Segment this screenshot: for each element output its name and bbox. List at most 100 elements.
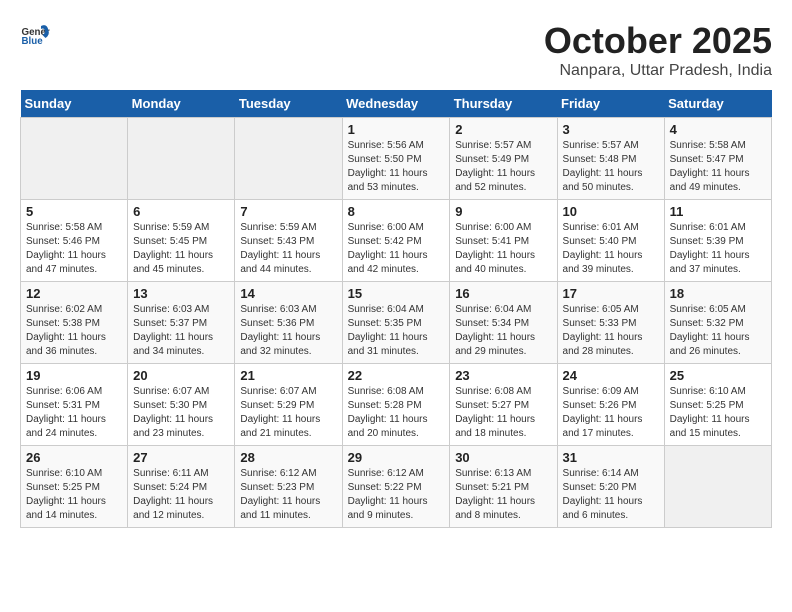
week-row-2: 5 Sunrise: 5:58 AM Sunset: 5:46 PM Daylig… (21, 200, 772, 282)
day-number: 16 (455, 286, 551, 301)
calendar-cell: 17Sunrise: 6:05 AM Sunset: 5:33 PM Dayli… (557, 282, 664, 364)
calendar-cell: 21Sunrise: 6:07 AM Sunset: 5:29 PM Dayli… (235, 364, 342, 446)
day-header-friday: Friday (557, 90, 664, 118)
calendar-cell: 31 Sunrise: 6:14 AM Sunset: 5:20 PM Dayli… (557, 446, 664, 528)
calendar-cell (235, 118, 342, 200)
day-number: 5 (26, 204, 122, 219)
week-row-4: 19 Sunrise: 6:06 AM Sunset: 5:31 PM Dayli… (21, 364, 772, 446)
calendar-title: October 2025 (544, 20, 772, 62)
calendar-cell: 11Sunrise: 6:01 AM Sunset: 5:39 PM Dayli… (664, 200, 771, 282)
day-number: 23 (455, 368, 551, 383)
cell-info: Sunrise: 6:04 AM Sunset: 5:34 PM Dayligh… (455, 303, 551, 359)
title-section: October 2025 Nanpara, Uttar Pradesh, Ind… (544, 20, 772, 80)
calendar-table: SundayMondayTuesdayWednesdayThursdayFrid… (20, 90, 772, 528)
calendar-cell: 14 Sunrise: 6:03 AM Sunset: 5:36 PM Dayli… (235, 282, 342, 364)
day-number: 27 (133, 450, 229, 465)
cell-info: Sunrise: 6:10 AM Sunset: 5:25 PM Dayligh… (670, 385, 766, 441)
day-number: 17 (563, 286, 659, 301)
day-header-tuesday: Tuesday (235, 90, 342, 118)
day-number: 15 (348, 286, 445, 301)
calendar-cell: 3 Sunrise: 5:57 AM Sunset: 5:48 PM Daylig… (557, 118, 664, 200)
day-number: 6 (133, 204, 229, 219)
calendar-cell: 8 Sunrise: 6:00 AM Sunset: 5:42 PM Daylig… (342, 200, 450, 282)
cell-info: Sunrise: 5:57 AM Sunset: 5:49 PM Dayligh… (455, 139, 551, 195)
calendar-cell: 6 Sunrise: 5:59 AM Sunset: 5:45 PM Daylig… (128, 200, 235, 282)
day-number: 1 (348, 122, 445, 137)
week-row-1: 1 Sunrise: 5:56 AM Sunset: 5:50 PM Daylig… (21, 118, 772, 200)
cell-info: Sunrise: 6:09 AM Sunset: 5:26 PM Dayligh… (563, 385, 659, 441)
calendar-cell: 13 Sunrise: 6:03 AM Sunset: 5:37 PM Dayli… (128, 282, 235, 364)
cell-info: Sunrise: 5:59 AM Sunset: 5:43 PM Dayligh… (240, 221, 336, 277)
calendar-cell: 16 Sunrise: 6:04 AM Sunset: 5:34 PM Dayli… (450, 282, 557, 364)
calendar-cell: 10Sunrise: 6:01 AM Sunset: 5:40 PM Dayli… (557, 200, 664, 282)
svg-text:Blue: Blue (22, 36, 44, 47)
day-number: 21 (240, 368, 336, 383)
cell-info: Sunrise: 5:58 AM Sunset: 5:47 PM Dayligh… (670, 139, 766, 195)
cell-info: Sunrise: 6:08 AM Sunset: 5:27 PM Dayligh… (455, 385, 551, 441)
calendar-cell: 12 Sunrise: 6:02 AM Sunset: 5:38 PM Dayli… (21, 282, 128, 364)
calendar-cell: 18Sunrise: 6:05 AM Sunset: 5:32 PM Dayli… (664, 282, 771, 364)
day-number: 8 (348, 204, 445, 219)
calendar-cell: 9 Sunrise: 6:00 AM Sunset: 5:41 PM Daylig… (450, 200, 557, 282)
day-number: 24 (563, 368, 659, 383)
day-number: 4 (670, 122, 766, 137)
header: General Blue October 2025 Nanpara, Uttar… (20, 20, 772, 80)
cell-info: Sunrise: 6:03 AM Sunset: 5:36 PM Dayligh… (240, 303, 336, 359)
calendar-cell: 28 Sunrise: 6:12 AM Sunset: 5:23 PM Dayli… (235, 446, 342, 528)
calendar-cell: 5 Sunrise: 5:58 AM Sunset: 5:46 PM Daylig… (21, 200, 128, 282)
calendar-cell: 15Sunrise: 6:04 AM Sunset: 5:35 PM Dayli… (342, 282, 450, 364)
cell-info: Sunrise: 6:11 AM Sunset: 5:24 PM Dayligh… (133, 467, 229, 523)
cell-info: Sunrise: 6:10 AM Sunset: 5:25 PM Dayligh… (26, 467, 122, 523)
calendar-cell (664, 446, 771, 528)
day-number: 29 (348, 450, 445, 465)
day-number: 2 (455, 122, 551, 137)
calendar-subtitle: Nanpara, Uttar Pradesh, India (544, 62, 772, 80)
day-number: 26 (26, 450, 122, 465)
day-number: 3 (563, 122, 659, 137)
calendar-cell: 24 Sunrise: 6:09 AM Sunset: 5:26 PM Dayli… (557, 364, 664, 446)
cell-info: Sunrise: 6:07 AM Sunset: 5:30 PM Dayligh… (133, 385, 229, 441)
cell-info: Sunrise: 5:59 AM Sunset: 5:45 PM Dayligh… (133, 221, 229, 277)
cell-info: Sunrise: 6:03 AM Sunset: 5:37 PM Dayligh… (133, 303, 229, 359)
cell-info: Sunrise: 6:12 AM Sunset: 5:23 PM Dayligh… (240, 467, 336, 523)
day-number: 7 (240, 204, 336, 219)
calendar-cell (21, 118, 128, 200)
day-header-wednesday: Wednesday (342, 90, 450, 118)
calendar-cell: 7 Sunrise: 5:59 AM Sunset: 5:43 PM Daylig… (235, 200, 342, 282)
calendar-cell: 4 Sunrise: 5:58 AM Sunset: 5:47 PM Daylig… (664, 118, 771, 200)
calendar-cell: 27 Sunrise: 6:11 AM Sunset: 5:24 PM Dayli… (128, 446, 235, 528)
day-number: 9 (455, 204, 551, 219)
cell-info: Sunrise: 6:06 AM Sunset: 5:31 PM Dayligh… (26, 385, 122, 441)
calendar-cell: 19 Sunrise: 6:06 AM Sunset: 5:31 PM Dayli… (21, 364, 128, 446)
calendar-cell: 1 Sunrise: 5:56 AM Sunset: 5:50 PM Daylig… (342, 118, 450, 200)
cell-info: Sunrise: 6:00 AM Sunset: 5:42 PM Dayligh… (348, 221, 445, 277)
day-header-saturday: Saturday (664, 90, 771, 118)
calendar-cell: 30 Sunrise: 6:13 AM Sunset: 5:21 PM Dayli… (450, 446, 557, 528)
cell-info: Sunrise: 6:13 AM Sunset: 5:21 PM Dayligh… (455, 467, 551, 523)
day-number: 13 (133, 286, 229, 301)
cell-info: Sunrise: 6:02 AM Sunset: 5:38 PM Dayligh… (26, 303, 122, 359)
day-number: 31 (563, 450, 659, 465)
day-number: 11 (670, 204, 766, 219)
cell-info: Sunrise: 6:14 AM Sunset: 5:20 PM Dayligh… (563, 467, 659, 523)
calendar-cell: 20 Sunrise: 6:07 AM Sunset: 5:30 PM Dayli… (128, 364, 235, 446)
cell-info: Sunrise: 6:01 AM Sunset: 5:40 PM Dayligh… (563, 221, 659, 277)
day-number: 28 (240, 450, 336, 465)
week-row-5: 26 Sunrise: 6:10 AM Sunset: 5:25 PM Dayli… (21, 446, 772, 528)
cell-info: Sunrise: 5:58 AM Sunset: 5:46 PM Dayligh… (26, 221, 122, 277)
day-header-sunday: Sunday (21, 90, 128, 118)
day-number: 30 (455, 450, 551, 465)
day-number: 14 (240, 286, 336, 301)
calendar-cell: 23 Sunrise: 6:08 AM Sunset: 5:27 PM Dayli… (450, 364, 557, 446)
calendar-cell: 2 Sunrise: 5:57 AM Sunset: 5:49 PM Daylig… (450, 118, 557, 200)
cell-info: Sunrise: 5:57 AM Sunset: 5:48 PM Dayligh… (563, 139, 659, 195)
day-number: 18 (670, 286, 766, 301)
day-number: 12 (26, 286, 122, 301)
calendar-cell (128, 118, 235, 200)
calendar-cell: 25Sunrise: 6:10 AM Sunset: 5:25 PM Dayli… (664, 364, 771, 446)
day-number: 19 (26, 368, 122, 383)
day-number: 20 (133, 368, 229, 383)
cell-info: Sunrise: 5:56 AM Sunset: 5:50 PM Dayligh… (348, 139, 445, 195)
day-header-thursday: Thursday (450, 90, 557, 118)
cell-info: Sunrise: 6:00 AM Sunset: 5:41 PM Dayligh… (455, 221, 551, 277)
